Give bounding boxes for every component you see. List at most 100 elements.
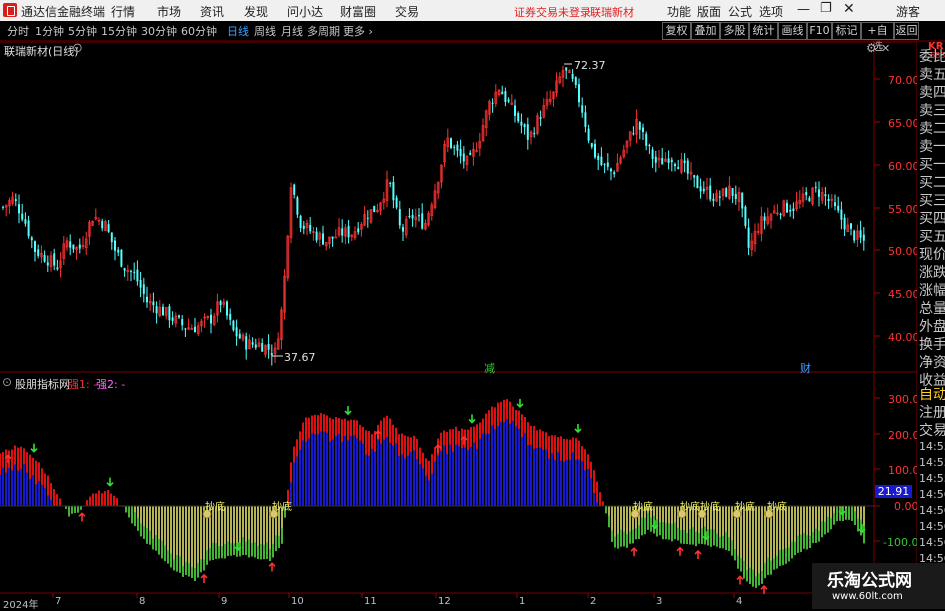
panel-item: 买四 [919, 211, 945, 227]
candle-body [411, 214, 414, 219]
candle-body [491, 102, 494, 104]
candle-body [146, 296, 148, 303]
x-axis-label: 12 [438, 596, 451, 607]
candle-body [686, 160, 689, 174]
candle-body [107, 224, 110, 232]
candle-body [398, 209, 401, 226]
candle-body [168, 306, 171, 321]
price-axis-label: 45.00 [888, 288, 920, 301]
bottom-signal-label: 抄底 [633, 502, 653, 513]
price-axis-label: 40.00 [888, 331, 920, 344]
candle-body [517, 112, 520, 122]
buy-arrow-icon [78, 512, 86, 522]
candle-body [469, 152, 472, 155]
event-marker-reduce[interactable]: 减 [484, 360, 495, 376]
candle-body [226, 301, 228, 316]
candle-body [418, 215, 420, 217]
candle-body [72, 244, 75, 250]
buy-arrow-icon [630, 547, 638, 557]
candle-body [21, 213, 24, 220]
chart-close-icon[interactable]: ✕ [881, 42, 890, 55]
candle-body [139, 279, 142, 288]
candle-body [392, 182, 395, 201]
candle-body [114, 240, 116, 251]
candle-body [814, 186, 817, 188]
candle-body [718, 196, 721, 198]
candle-body [594, 143, 596, 158]
candle-body [699, 186, 702, 192]
candle-body [670, 159, 673, 163]
event-marker-finance[interactable]: 财 [800, 360, 811, 376]
candle-body [853, 230, 856, 241]
candle-body [453, 146, 456, 148]
candle-body [24, 219, 27, 224]
candle-body [456, 144, 459, 151]
candle-body [792, 208, 795, 212]
chart-canvas[interactable] [0, 0, 945, 609]
trade-time: 14:56 [919, 504, 945, 517]
candle-body [53, 253, 56, 266]
trade-link[interactable]: 交易 [919, 420, 945, 440]
candle-body [696, 175, 699, 189]
candle-body [565, 67, 568, 71]
panel-item: 委比 [919, 49, 945, 65]
trade-time: 14:55 [919, 440, 945, 453]
candle-body [539, 117, 542, 119]
candle-body [120, 249, 123, 267]
candle-body [210, 314, 212, 324]
candle-body [597, 155, 600, 160]
candle-body [43, 255, 46, 262]
candle-body [78, 244, 81, 249]
candle-body [123, 268, 126, 271]
auto-trade-toggle[interactable]: 自动 [919, 384, 945, 404]
x-axis-label: 2 [590, 596, 597, 607]
candle-body [648, 145, 651, 147]
candle-body [850, 223, 852, 229]
x-axis-label: 10 [291, 596, 304, 607]
candle-body [142, 284, 145, 294]
candle-body [395, 197, 398, 208]
candle-body [261, 343, 264, 352]
candle-body [613, 172, 616, 175]
indicator-current-value: 21.91 [875, 485, 912, 498]
panel-item: 卖一 [919, 139, 945, 155]
panel-item: 买一 [919, 157, 945, 173]
candle-body [677, 167, 680, 170]
low-price-label: 37.67 [284, 351, 316, 364]
chart-title-dropdown-icon[interactable]: ⊙ [72, 41, 83, 56]
panel-item: 买三 [919, 193, 945, 209]
candle-body [731, 188, 734, 196]
candle-body [651, 149, 654, 159]
buy-arrow-icon [200, 573, 208, 583]
sell-arrow-icon [30, 443, 38, 453]
panel-item: 外盘 [919, 319, 945, 335]
candle-body [514, 105, 516, 116]
candle-body [683, 160, 686, 163]
candle-body [178, 315, 180, 318]
register-link[interactable]: 注册 [919, 402, 945, 422]
candle-body [843, 217, 846, 230]
trade-time: 14:55 [919, 456, 945, 469]
candle-body [581, 105, 584, 113]
panel-item: 卖二 [919, 121, 945, 137]
buy-arrow-icon [736, 575, 744, 585]
bottom-signal-label: 抄底 [680, 502, 700, 513]
bottom-signal-label: 抄底 [205, 502, 225, 513]
candle-body [152, 301, 155, 306]
candle-body [130, 270, 132, 272]
chart-settings-icon[interactable]: ⚙ [866, 41, 877, 55]
x-axis-label: 3 [656, 596, 663, 607]
candle-body [2, 206, 4, 208]
candle-body [238, 333, 241, 339]
price-axis-label: 70.00 [888, 74, 920, 87]
indicator-series [0, 398, 874, 595]
candle-body [779, 213, 782, 215]
candle-body [331, 236, 334, 239]
panel-item: 涨跌 [919, 265, 945, 281]
candle-body [322, 233, 324, 245]
candle-body [30, 237, 33, 241]
high-price-label: 72.37 [574, 59, 606, 72]
indicator-settings-icon[interactable]: ⊙ [2, 375, 12, 389]
candle-body [37, 249, 40, 256]
candle-body [632, 133, 635, 135]
